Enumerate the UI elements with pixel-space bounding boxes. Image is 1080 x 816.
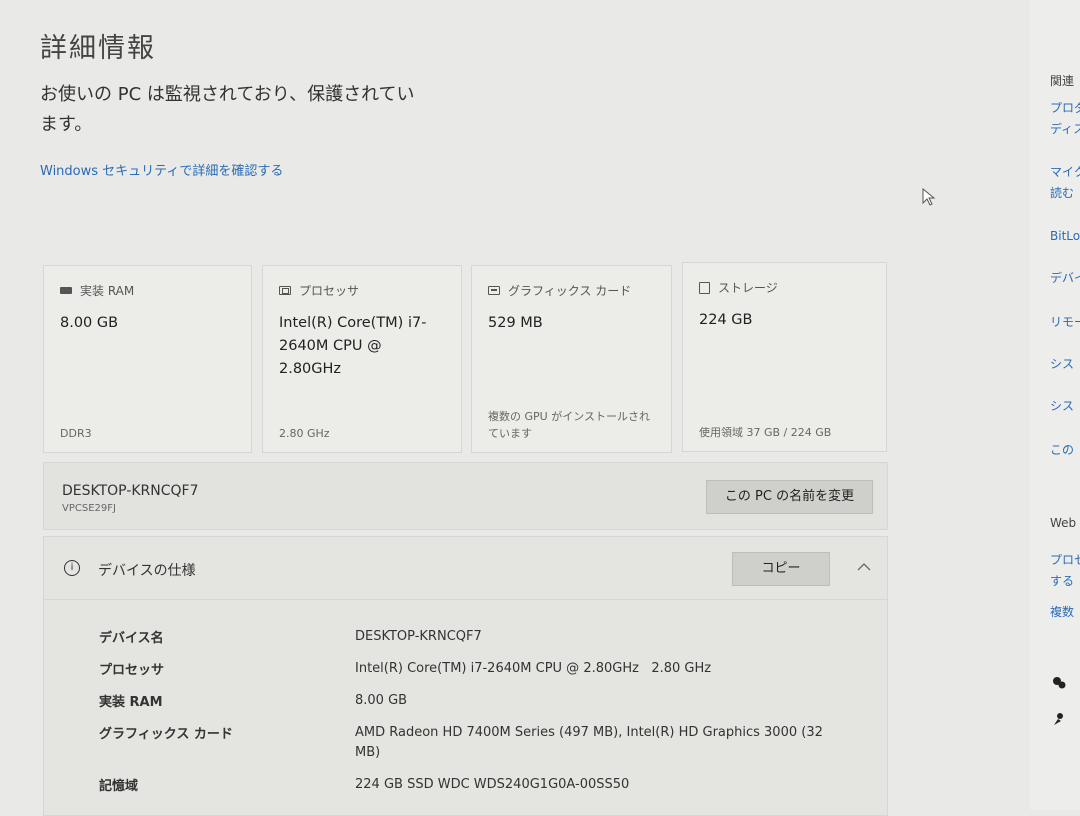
device-spec-header[interactable]: i デバイスの仕様 コピー [44, 537, 887, 600]
info-icon: i [64, 560, 80, 576]
card-ram: 実装 RAM 8.00 GB DDR3 [43, 265, 252, 453]
spec-value: Intel(R) Core(TM) i7-2640M CPU @ 2.80GHz… [355, 661, 712, 676]
spec-key: デバイス名 [99, 631, 164, 646]
windows-security-link[interactable]: Windows セキュリティで詳細を確認する [40, 160, 283, 179]
card-storage-value: 224 GB [699, 312, 753, 328]
rename-pc-button[interactable]: この PC の名前を変更 [706, 480, 873, 514]
related-heading: 関連 [1050, 74, 1075, 88]
card-ram-value: 8.00 GB [60, 315, 119, 331]
spec-key: グラフィックス カード [99, 727, 233, 742]
card-storage-footer: 使用領域 37 GB / 224 GB [699, 426, 832, 439]
device-spec-title: デバイスの仕様 [98, 563, 196, 579]
ram-icon [60, 287, 72, 294]
get-help-icon[interactable] [1052, 676, 1066, 690]
web-help-label: する [1050, 574, 1075, 588]
web-help-heading: Web [1050, 516, 1077, 530]
main-content: 詳細情報 お使いの PC は監視されており、保護されています。 Windows … [0, 0, 1030, 816]
web-help-label: プロセ [1050, 553, 1080, 567]
related-link-label: 読む [1050, 186, 1075, 200]
card-graphics-label: グラフィックス カード [508, 284, 632, 298]
spec-key: プロセッサ [99, 663, 165, 678]
related-link-remote[interactable]: リモー [1050, 312, 1080, 333]
related-settings-pane: 関連 プロダ ディス マイク 読む BitLo デバイ リモー シス シス この… [1030, 0, 1080, 810]
copy-button[interactable]: コピー [732, 552, 830, 586]
related-link-label: ディス [1050, 122, 1080, 136]
web-help-link-multiple[interactable]: 複数 [1050, 602, 1074, 623]
mouse-cursor-icon [922, 188, 936, 206]
card-storage: ストレージ 224 GB 使用領域 37 GB / 224 GB [682, 262, 887, 452]
card-storage-label: ストレージ [718, 281, 778, 295]
related-link-product[interactable]: プロダ ディス [1050, 98, 1080, 140]
card-processor-value: Intel(R) Core(TM) i7-2640M CPU @ 2.80GHz [279, 315, 427, 377]
related-link-bitlocker[interactable]: BitLo [1050, 226, 1080, 247]
device-model: VPCSE29FJ [62, 503, 116, 514]
spec-key: 記憶域 [99, 779, 139, 794]
card-ram-label: 実装 RAM [80, 284, 135, 298]
card-graphics-value: 529 MB [488, 315, 543, 331]
spec-key: 実装 RAM [99, 695, 163, 710]
card-ram-footer: DDR3 [60, 427, 92, 440]
related-link-label: マイク [1050, 165, 1080, 179]
related-link-this-pc[interactable]: この [1050, 440, 1074, 461]
related-link-system-advanced[interactable]: シス [1050, 396, 1074, 417]
page-title: 詳細情報 [40, 33, 156, 64]
protection-status: お使いの PC は監視されており、保護されています。 [40, 84, 415, 135]
feedback-icon[interactable] [1052, 712, 1066, 726]
device-spec-panel: i デバイスの仕様 コピー デバイス名 DESKTOP-KRNCQF7 プロセッ… [43, 536, 888, 816]
card-graphics: グラフィックス カード 529 MB 複数の GPU がインストールされています [471, 265, 672, 453]
card-processor: プロセッサ Intel(R) Core(TM) i7-2640M CPU @ 2… [262, 265, 462, 453]
processor-icon [279, 286, 291, 295]
related-link-label: プロダ [1050, 101, 1080, 115]
web-help-link-processor[interactable]: プロセ する [1050, 550, 1080, 592]
related-link-device-manager[interactable]: デバイ [1050, 268, 1080, 289]
card-processor-label: プロセッサ [299, 284, 360, 298]
graphics-card-icon [488, 286, 500, 295]
related-link-microsoft[interactable]: マイク 読む [1050, 162, 1080, 204]
spec-value: DESKTOP-KRNCQF7 [355, 629, 482, 644]
spec-value: 8.00 GB [355, 693, 408, 708]
card-processor-footer: 2.80 GHz [279, 427, 330, 440]
card-graphics-footer: 複数の GPU がインストールされています [488, 410, 650, 440]
spec-value: AMD Radeon HD 7400M Series (497 MB), Int… [355, 725, 823, 760]
chevron-up-icon[interactable] [856, 559, 872, 575]
related-link-system-protection[interactable]: シス [1050, 354, 1074, 375]
spec-value: 224 GB SSD WDC WDS240G1G0A-00SS50 [355, 777, 630, 792]
device-name-panel: DESKTOP-KRNCQF7 VPCSE29FJ この PC の名前を変更 [43, 462, 888, 530]
storage-icon [699, 281, 710, 294]
device-name: DESKTOP-KRNCQF7 [62, 483, 199, 499]
